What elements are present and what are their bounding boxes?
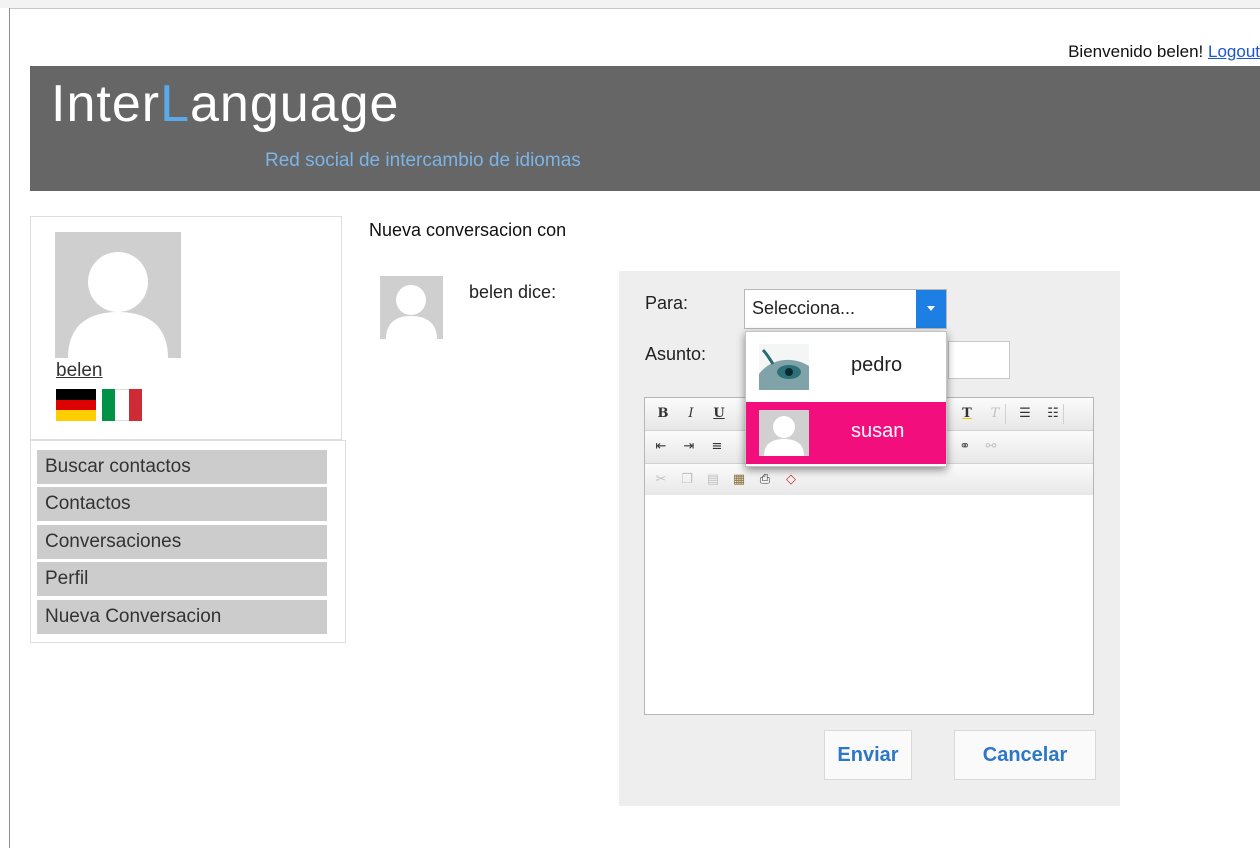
language-flags: [56, 389, 142, 422]
bulleted-list-icon[interactable]: ☰: [1015, 404, 1035, 424]
recipient-dropdown-list: pedro susan: [745, 331, 947, 467]
profile-card: belen: [30, 216, 342, 440]
recipient-option-name: susan: [851, 420, 905, 442]
avatar: [55, 232, 181, 358]
logout-link[interactable]: Logout: [1208, 42, 1260, 61]
editor-text-area[interactable]: [645, 495, 1093, 714]
editor-toolbar-row-3: ✂ ❐ ▤ ▦ ⎙ ◇: [645, 464, 1093, 497]
print-icon[interactable]: ⎙: [755, 470, 775, 490]
welcome-text: Bienvenido belen!: [1068, 42, 1204, 61]
recipient-select[interactable]: Selecciona...: [744, 289, 947, 329]
author-says-label: belen dice:: [469, 282, 557, 302]
outdent-icon[interactable]: ⇤: [651, 437, 671, 457]
german-flag-icon: [56, 389, 96, 422]
to-label: Para:: [645, 293, 689, 313]
bold-icon[interactable]: B: [653, 404, 673, 424]
align-left-icon[interactable]: ≡: [707, 437, 727, 457]
logo-text-accent: L: [160, 75, 190, 133]
site-banner: InterLanguage Red social de intercambio …: [30, 66, 1260, 191]
paste-icon[interactable]: ▤: [703, 470, 723, 490]
strikethrough-icon[interactable]: [731, 404, 737, 424]
cut-icon[interactable]: ✂: [651, 470, 671, 490]
browser-frame-top: [0, 0, 1260, 9]
browser-frame-left: [0, 8, 10, 848]
default-avatar-icon: [759, 410, 809, 456]
remove-format-icon[interactable]: T: [985, 404, 1006, 424]
site-tagline: Red social de intercambio de idiomas: [265, 150, 581, 171]
menu-item-conversaciones[interactable]: Conversaciones: [37, 525, 327, 559]
default-avatar-icon: [55, 232, 181, 358]
send-button[interactable]: Enviar: [824, 730, 912, 780]
author-avatar: [380, 276, 443, 339]
subject-input[interactable]: [948, 341, 1010, 379]
recipient-option-pedro[interactable]: pedro: [746, 336, 946, 398]
paste-text-icon[interactable]: ▦: [729, 470, 749, 490]
menu-item-buscar-contactos[interactable]: Buscar contactos: [37, 450, 327, 484]
menu-item-perfil[interactable]: Perfil: [37, 562, 327, 596]
copy-icon[interactable]: ❐: [677, 470, 697, 490]
recipient-select-value: Selecciona...: [752, 298, 856, 318]
unlink-icon[interactable]: ⚯: [981, 437, 1001, 457]
italic-icon[interactable]: I: [681, 404, 701, 424]
subject-label: Asunto:: [645, 344, 707, 364]
site-logo[interactable]: InterLanguage: [51, 74, 399, 134]
page-title: Nueva conversacion con: [369, 220, 567, 240]
username-link[interactable]: belen: [56, 360, 103, 382]
link-icon[interactable]: ⚭: [955, 437, 975, 457]
sidebar-menu: Buscar contactos Contactos Conversacione…: [30, 440, 346, 643]
logo-text-part1: Inter: [51, 75, 161, 133]
eye-photo-icon: [759, 344, 809, 390]
pedro-avatar: [759, 344, 809, 390]
recipient-option-name: pedro: [851, 354, 903, 376]
menu-item-nueva-conversacion[interactable]: Nueva Conversacion: [37, 600, 327, 634]
cancel-button[interactable]: Cancelar: [954, 730, 1096, 780]
source-icon[interactable]: ◇: [781, 470, 801, 490]
default-avatar-icon: [380, 276, 443, 339]
susan-avatar: [759, 410, 809, 456]
chevron-down-icon[interactable]: [916, 290, 946, 328]
indent-icon[interactable]: ⇥: [679, 437, 699, 457]
welcome-bar: Bienvenido belen! Logout: [1068, 42, 1260, 62]
menu-item-contactos[interactable]: Contactos: [37, 487, 327, 521]
recipient-option-susan[interactable]: susan: [746, 402, 946, 464]
highlight-icon[interactable]: T: [957, 404, 977, 424]
underline-icon[interactable]: U: [709, 404, 729, 424]
logo-text-part2: anguage: [189, 75, 400, 133]
italian-flag-icon: [102, 389, 142, 421]
numbered-list-icon[interactable]: ☷: [1043, 404, 1064, 424]
